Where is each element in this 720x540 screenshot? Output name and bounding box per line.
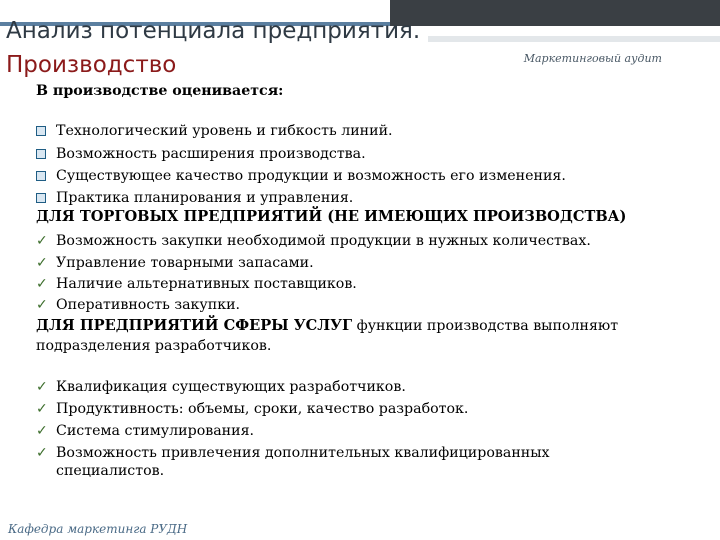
header-right-rule: [428, 36, 720, 42]
square-bullet-icon: [36, 193, 46, 203]
services-heading-bold: ДЛЯ ПРЕДПРИЯТИЙ СФЕРЫ УСЛУГ: [36, 317, 353, 334]
check-bullet-icon: ✓: [36, 297, 48, 313]
header-right-panel: Маркетинговый аудит: [428, 36, 720, 70]
slide-title-line2: Производство: [6, 52, 177, 78]
list-item: Технологический уровень и гибкость линий…: [56, 123, 393, 139]
list-item-continuation: специалистов.: [56, 463, 165, 479]
list-item: Управление товарными запасами.: [56, 255, 314, 271]
services-heading-line2: подразделения разработчиков.: [36, 338, 272, 354]
audit-label: Маркетинговый аудит: [523, 52, 662, 65]
square-bullet-icon: [36, 171, 46, 181]
list-item: Квалификация существующих разработчиков.: [56, 379, 406, 395]
check-bullet-icon: ✓: [36, 255, 48, 271]
intro-heading: В производстве оценивается:: [36, 83, 284, 99]
services-heading: ДЛЯ ПРЕДПРИЯТИЙ СФЕРЫ УСЛУГ функции прои…: [36, 317, 618, 335]
slide-title-line1: Анализ потенциала предприятия.: [6, 18, 421, 44]
services-heading-rest: функции производства выполняют: [352, 318, 619, 334]
square-bullet-icon: [36, 126, 46, 136]
list-item: Наличие альтернативных поставщиков.: [56, 276, 357, 292]
check-bullet-icon: ✓: [36, 276, 48, 292]
check-bullet-icon: ✓: [36, 233, 48, 249]
check-bullet-icon: ✓: [36, 401, 48, 417]
footer-text: Кафедра маркетинга РУДН: [8, 522, 188, 536]
check-bullet-icon: ✓: [36, 423, 48, 439]
check-bullet-icon: ✓: [36, 445, 48, 461]
square-bullet-icon: [36, 149, 46, 159]
trade-heading: ДЛЯ ТОРГОВЫХ ПРЕДПРИЯТИЙ (НЕ ИМЕЮЩИХ ПРО…: [36, 208, 627, 225]
list-item: Возможность привлечения дополнительных к…: [56, 445, 550, 461]
list-item: Система стимулирования.: [56, 423, 255, 439]
check-bullet-icon: ✓: [36, 379, 48, 395]
list-item: Возможность расширения производства.: [56, 146, 366, 162]
list-item: Продуктивность: объемы, сроки, качество …: [56, 401, 469, 417]
list-item: Существующее качество продукции и возмож…: [56, 168, 566, 184]
list-item: Возможность закупки необходимой продукци…: [56, 233, 591, 249]
list-item: Оперативность закупки.: [56, 297, 241, 313]
list-item: Практика планирования и управления.: [56, 190, 354, 206]
